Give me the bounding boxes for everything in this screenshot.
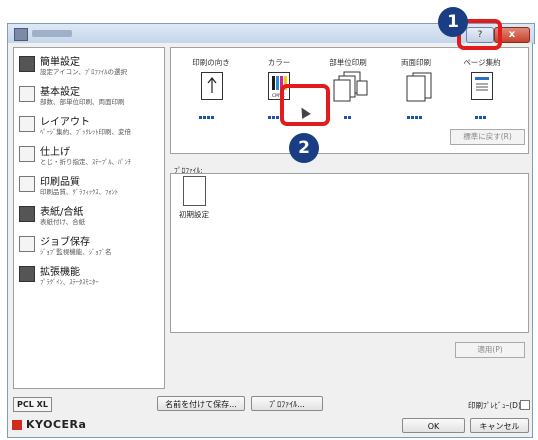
column-header-orientation: 印刷の向き: [192, 58, 230, 67]
sidebar-item-description: 設定アイコン、ﾌﾟﾛﾌｧｲﾙの選択: [40, 68, 128, 76]
profile-list: [170, 173, 529, 333]
column-header-color: カラー: [267, 58, 291, 67]
collate-options-indicator[interactable]: [344, 116, 370, 121]
stacked-pages-icon: [333, 71, 368, 102]
sidebar-item-print-quality[interactable]: 印刷品質 印刷品質、ｸﾞﾗﾌｨｯｸｽ、ﾌｫﾝﾄ: [14, 170, 162, 199]
sidebar-item-description: 印刷品質、ｸﾞﾗﾌｨｯｸｽ、ﾌｫﾝﾄ: [40, 188, 118, 196]
column-header-duplex: 両面印刷: [401, 58, 431, 67]
sidebar-item-job-storage[interactable]: ジョブ保存 ｼﾞｮﾌﾞ監視機能、ｼﾞｮﾌﾞ名: [14, 230, 162, 259]
cancel-button[interactable]: キャンセル: [470, 418, 529, 433]
finishing-icon: [19, 146, 35, 162]
print-preview-label: 印刷ﾌﾟﾚﾋﾞｭｰ(D): [468, 401, 521, 410]
basic-settings-icon: [19, 86, 35, 102]
save-as-button[interactable]: 名前を付けて保存...: [157, 396, 245, 411]
callout-marker-2: 2: [289, 133, 319, 163]
extension-icon: [19, 266, 35, 282]
duplex-icon[interactable]: [405, 72, 435, 102]
sidebar-item-basic[interactable]: 基本設定 部数、部単位印刷、両面印刷: [14, 80, 162, 109]
sidebar-item-finishing[interactable]: 仕上げ とじ・折り指定、ｽﾃｰﾌﾟﾙ、ﾊﾟﾝﾁ: [14, 140, 162, 169]
sidebar-item-quick-settings[interactable]: 簡単設定 設定アイコン、ﾌﾟﾛﾌｧｲﾙの選択: [14, 50, 162, 79]
sidebar-item-extensions[interactable]: 拡張機能 ﾌﾟﾗｸﾞｲﾝ、ｽﾃｰﾀｽﾓﾆﾀｰ: [14, 260, 162, 289]
sidebar: 簡単設定 設定アイコン、ﾌﾟﾛﾌｧｲﾙの選択 基本設定 部数、部単位印刷、両面印…: [13, 47, 165, 389]
sidebar-item-description: ﾍﾟｰｼﾞ集約、ﾌﾞｯｸﾚｯﾄ印刷、変倍: [40, 128, 131, 136]
n-up-options-indicator[interactable]: [475, 116, 501, 121]
print-quality-icon: [19, 176, 35, 192]
orientation-options-indicator[interactable]: [199, 116, 225, 121]
quick-settings-icon: [19, 56, 35, 72]
up-arrow-icon: [207, 77, 217, 93]
sidebar-item-description: 部数、部単位印刷、両面印刷: [40, 98, 125, 106]
column-header-collate: 部単位印刷: [329, 58, 367, 67]
apply-button[interactable]: 適用(P): [455, 342, 525, 358]
callout-marker-1: 1: [438, 7, 468, 37]
two-sided-pages-icon: [406, 72, 432, 102]
sidebar-item-layout[interactable]: レイアウト ﾍﾟｰｼﾞ集約、ﾌﾞｯｸﾚｯﾄ印刷、変倍: [14, 110, 162, 139]
cover-icon: [19, 206, 35, 222]
profile-page-icon: [183, 176, 206, 206]
n-up-icon[interactable]: [471, 72, 493, 100]
printer-app-icon: [14, 28, 28, 41]
sidebar-item-description: ｼﾞｮﾌﾞ監視機能、ｼﾞｮﾌﾞ名: [40, 248, 112, 256]
ok-button[interactable]: OK: [402, 418, 465, 433]
collate-icon[interactable]: [330, 71, 370, 103]
reset-defaults-button[interactable]: 標準に戻す(R): [450, 129, 525, 145]
duplex-options-indicator[interactable]: [407, 116, 433, 121]
profile-item-default[interactable]: 初期設定: [179, 176, 217, 224]
pdl-badge: PCL XL: [13, 397, 52, 412]
print-preview-checkbox[interactable]: [520, 400, 530, 410]
orientation-portrait-icon[interactable]: [201, 72, 223, 100]
column-header-n-up: ページ集約: [463, 58, 501, 67]
profile-item-label: 初期設定: [179, 210, 209, 219]
job-storage-icon: [19, 236, 35, 252]
sidebar-item-description: ﾌﾟﾗｸﾞｲﾝ、ｽﾃｰﾀｽﾓﾆﾀｰ: [40, 278, 99, 286]
layout-icon: [19, 116, 35, 132]
brand-logo: KYOCERa: [26, 418, 87, 431]
sidebar-item-description: 表紙付け、合紙: [40, 218, 86, 226]
window-title: [32, 30, 72, 37]
page-lines-icon: [475, 77, 489, 91]
profile-button[interactable]: ﾌﾟﾛﾌｧｲﾙ...: [251, 396, 323, 411]
sidebar-item-cover[interactable]: 表紙/合紙 表紙付け、合紙: [14, 200, 162, 229]
sidebar-item-description: とじ・折り指定、ｽﾃｰﾌﾟﾙ、ﾊﾟﾝﾁ: [40, 158, 131, 166]
kyocera-logo-icon: [12, 420, 22, 430]
